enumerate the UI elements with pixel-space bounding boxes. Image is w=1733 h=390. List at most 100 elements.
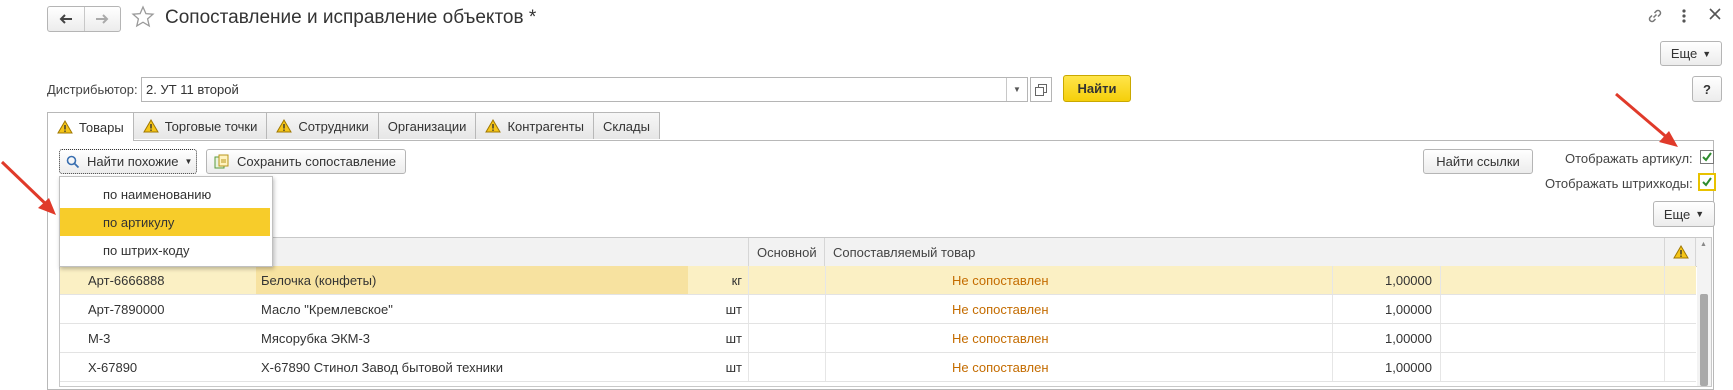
menu-item-label: по штрих-коду <box>103 242 190 258</box>
name-cell: Масло "Кремлевское" <box>261 301 393 317</box>
column-header-main[interactable]: Основной <box>749 238 825 266</box>
find-links-label: Найти ссылки <box>1436 154 1520 169</box>
menu-item-by-name[interactable]: по наименованию <box>60 180 270 208</box>
table-row[interactable]: М-3 Мясорубка ЭКМ-3 шт Не сопоставлен 1,… <box>60 324 1696 353</box>
qty-cell: 1,00000 <box>1385 359 1432 375</box>
save-mapping-button[interactable]: Сохранить сопоставление <box>206 149 406 174</box>
distributor-field[interactable]: 2. УТ 11 второй ▼ <box>141 77 1028 102</box>
more-button-panel-label: Еще <box>1663 206 1691 222</box>
tab-outlets-label: Торговые точки <box>164 118 258 134</box>
goods-table: Основной Сопоставляемый товар Арт-666688… <box>59 237 1712 387</box>
status-cell: Не сопоставлен <box>952 272 1049 288</box>
status-cell: Не сопоставлен <box>952 301 1049 317</box>
tab-employees-label: Сотрудники <box>298 118 369 134</box>
tab-goods[interactable]: Товары <box>47 112 134 141</box>
qty-cell: 1,00000 <box>1385 330 1432 346</box>
more-vertical-icon[interactable] <box>1680 7 1688 28</box>
link-icon[interactable] <box>1646 7 1664 28</box>
chevron-down-icon: ▼ <box>1702 48 1712 59</box>
qty-cell: 1,00000 <box>1385 272 1432 288</box>
table-row[interactable]: Х-67890 Х-67890 Стинол Завод бытовой тех… <box>60 353 1696 382</box>
tab-counterparties[interactable]: Контрагенты <box>475 112 594 139</box>
article-cell: М-3 <box>88 330 111 346</box>
find-similar-menu: по наименованию по артикулу по штрих-код… <box>59 176 273 267</box>
name-cell: Х-67890 Стинол Завод бытовой техники <box>261 359 504 375</box>
save-mapping-label: Сохранить сопоставление <box>237 154 396 169</box>
table-row[interactable]: Арт-6666888 Белочка (конфеты) кг Не сопо… <box>60 266 1696 295</box>
name-cell: Мясорубка ЭКМ-3 <box>261 330 371 346</box>
checkmark-icon <box>1702 152 1712 162</box>
checkmark-icon <box>1702 177 1712 187</box>
annotation-arrow-right <box>1615 92 1678 147</box>
help-button[interactable]: ? <box>1692 76 1722 102</box>
distributor-value: 2. УТ 11 второй <box>146 82 239 97</box>
tab-organizations-label: Организации <box>387 118 467 134</box>
help-button-label: ? <box>1703 81 1711 97</box>
tab-organizations[interactable]: Организации <box>377 112 477 139</box>
tab-warehouses[interactable]: Склады <box>593 112 660 139</box>
tab-counterparties-label: Контрагенты <box>507 118 584 134</box>
find-button-label: Найти <box>1077 81 1117 96</box>
back-button[interactable] <box>48 7 85 31</box>
warning-icon <box>57 120 73 134</box>
show-barcodes-checkbox[interactable] <box>1698 173 1716 191</box>
unit-cell: шт <box>725 330 742 346</box>
menu-item-by-barcode[interactable]: по штрих-коду <box>60 236 270 264</box>
open-window-icon <box>1035 83 1047 96</box>
unit-cell: шт <box>725 359 742 375</box>
scrollbar-thumb[interactable] <box>1700 294 1708 386</box>
column-header-warning[interactable] <box>1664 238 1696 266</box>
column-header-main-label: Основной <box>757 244 817 260</box>
chevron-down-icon: ▼ <box>184 157 193 166</box>
article-cell: Арт-7890000 <box>88 301 165 317</box>
more-button-panel[interactable]: Еще ▼ <box>1653 201 1715 227</box>
scroll-up-icon[interactable]: ▲ <box>1700 241 1707 248</box>
tab-warehouses-label: Склады <box>603 118 650 134</box>
search-icon <box>66 155 80 168</box>
warning-icon <box>485 119 502 133</box>
tab-bar: Товары Торговые точки Сотрудники Организ… <box>47 112 660 141</box>
menu-item-label: по наименованию <box>103 186 212 202</box>
warning-icon <box>276 119 293 133</box>
article-cell: Х-67890 <box>88 359 138 375</box>
tab-employees[interactable]: Сотрудники <box>266 112 379 139</box>
save-mapping-icon <box>214 154 229 168</box>
chevron-down-icon: ▼ <box>1695 209 1705 219</box>
menu-item-label: по артикулу <box>103 214 175 230</box>
more-button-top[interactable]: Еще ▼ <box>1660 41 1722 66</box>
page-title: Сопоставление и исправление объектов * <box>165 7 537 28</box>
unit-cell: кг <box>731 272 742 288</box>
unit-cell: шт <box>725 301 742 317</box>
open-distributor-button[interactable] <box>1030 77 1052 102</box>
name-cell: Белочка (конфеты) <box>256 266 688 294</box>
column-header-mapped-label: Сопоставляемый товар <box>833 244 976 260</box>
show-barcodes-label: Отображать штрихкоды: <box>1545 176 1693 191</box>
column-header-mapped-goods[interactable]: Сопоставляемый товар <box>825 238 1711 266</box>
arrow-left-icon <box>59 14 72 24</box>
table-header: Основной Сопоставляемый товар <box>60 238 1711 267</box>
forward-button[interactable] <box>85 7 121 31</box>
find-similar-label: Найти похожие <box>87 154 179 169</box>
show-article-checkbox[interactable] <box>1700 150 1714 164</box>
menu-item-by-article[interactable]: по артикулу <box>60 208 270 236</box>
table-row[interactable]: Арт-7890000 Масло "Кремлевское" шт Не со… <box>60 295 1696 324</box>
status-cell: Не сопоставлен <box>952 359 1049 375</box>
distributor-label: Дистрибьютор: <box>47 82 138 97</box>
warning-icon <box>142 119 159 133</box>
tab-goods-label: Товары <box>79 119 124 135</box>
find-similar-button[interactable]: Найти похожие ▼ <box>59 149 197 174</box>
show-article-label: Отображать артикул: <box>1565 151 1693 166</box>
annotation-arrow-left <box>0 160 56 215</box>
find-links-button[interactable]: Найти ссылки <box>1423 149 1533 174</box>
dropdown-arrow-icon[interactable]: ▼ <box>1006 78 1027 101</box>
favorite-star-icon[interactable] <box>131 5 155 32</box>
arrow-right-icon <box>96 14 109 24</box>
warning-icon <box>1673 245 1689 259</box>
more-button-top-label: Еще <box>1670 46 1698 61</box>
status-cell: Не сопоставлен <box>952 330 1049 346</box>
tab-outlets[interactable]: Торговые точки <box>132 112 268 139</box>
table-scrollbar[interactable]: ▲ <box>1697 238 1711 386</box>
close-icon[interactable] <box>1708 7 1722 24</box>
article-cell: Арт-6666888 <box>88 272 165 288</box>
find-button[interactable]: Найти <box>1063 75 1131 102</box>
